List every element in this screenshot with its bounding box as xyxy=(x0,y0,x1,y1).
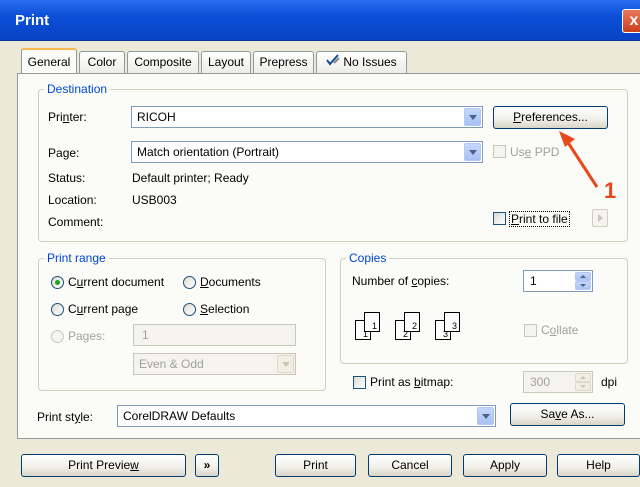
page-icon: 3 xyxy=(444,312,460,332)
dpi-unit-label: dpi xyxy=(601,375,618,389)
tab-general[interactable]: General xyxy=(21,48,77,75)
tab-label: Color xyxy=(87,55,117,69)
selection-radio[interactable] xyxy=(183,303,196,316)
help-button[interactable]: Help xyxy=(557,454,640,477)
even-odd-select[interactable]: Even & Odd xyxy=(133,353,296,375)
print-as-bitmap-checkbox[interactable] xyxy=(353,376,366,389)
title-bar: Print x xyxy=(0,0,640,41)
number-of-copies-input[interactable]: 1 xyxy=(523,270,593,292)
tab-prepress[interactable]: Prepress xyxy=(253,51,314,74)
pages-input[interactable]: 1 xyxy=(133,324,296,346)
tab-composite[interactable]: Composite xyxy=(127,51,199,74)
apply-button-label: Apply xyxy=(489,458,521,472)
page-value: Match orientation (Portrait) xyxy=(137,145,280,159)
current-document-label: Current document xyxy=(68,275,165,289)
status-label: Status: xyxy=(48,171,86,185)
pages-label: Pages: xyxy=(68,329,106,343)
collate-label: Collate xyxy=(541,323,579,337)
spin-down-icon[interactable] xyxy=(575,281,591,290)
status-value: Default printer; Ready xyxy=(132,171,249,185)
tab-label: Composite xyxy=(134,55,192,69)
chevron-down-icon[interactable] xyxy=(277,355,294,373)
tab-label: No Issues xyxy=(343,55,397,69)
print-button-label: Print xyxy=(303,458,328,472)
destination-group-label: Destination xyxy=(44,82,111,96)
printer-label: Printer: xyxy=(48,110,87,124)
cancel-button-label: Cancel xyxy=(391,458,429,472)
save-as-button[interactable]: Save As... xyxy=(510,403,625,426)
print-range-group-label: Print range xyxy=(44,251,109,265)
tab-label: Layout xyxy=(207,55,245,69)
print-style-value: CorelDRAW Defaults xyxy=(123,409,236,423)
chevron-down-icon[interactable] xyxy=(464,108,481,126)
documents-radio[interactable] xyxy=(183,276,196,289)
tab-no-issues[interactable]: No Issues xyxy=(316,51,407,74)
spin-down-icon[interactable] xyxy=(575,382,591,391)
page-icon: 2 xyxy=(404,312,420,332)
tab-color[interactable]: Color xyxy=(79,51,125,74)
printer-value: RICOH xyxy=(137,110,176,124)
help-button-label: Help xyxy=(586,458,611,472)
spin-up-icon[interactable] xyxy=(575,272,591,281)
tab-layout[interactable]: Layout xyxy=(201,51,251,74)
chevron-down-icon[interactable] xyxy=(464,143,481,161)
window-title: Print xyxy=(15,12,50,29)
current-page-label: Current page xyxy=(68,302,139,316)
bitmap-dpi-input[interactable]: 300 xyxy=(523,371,593,393)
preferences-button[interactable]: Preferences... xyxy=(493,106,608,129)
location-label: Location: xyxy=(48,193,97,207)
dpi-value: 300 xyxy=(530,375,551,389)
print-style-label: Print style: xyxy=(37,410,94,424)
current-document-radio[interactable] xyxy=(51,276,64,289)
even-odd-value: Even & Odd xyxy=(139,357,204,371)
cancel-button[interactable]: Cancel xyxy=(368,454,452,477)
collate-checkbox[interactable] xyxy=(524,324,537,337)
chevron-down-icon[interactable] xyxy=(477,407,494,425)
current-page-radio[interactable] xyxy=(51,303,64,316)
tab-label: Prepress xyxy=(259,55,308,69)
pages-radio[interactable] xyxy=(51,330,64,343)
copies-value: 1 xyxy=(530,274,537,288)
print-to-file-checkbox[interactable] xyxy=(493,212,506,225)
print-button[interactable]: Print xyxy=(275,454,356,477)
close-button[interactable]: x xyxy=(622,9,640,33)
page-icon: 1 xyxy=(364,312,380,332)
documents-label: Documents xyxy=(200,275,261,289)
printer-select[interactable]: RICOH xyxy=(131,106,483,128)
print-as-bitmap-label: Print as bitmap: xyxy=(370,375,454,389)
close-icon: x xyxy=(629,12,639,29)
tab-label: General xyxy=(27,55,71,69)
use-ppd-label: Use PPD xyxy=(510,145,560,159)
apply-button[interactable]: Apply xyxy=(463,454,547,477)
copies-group-label: Copies xyxy=(346,251,390,265)
comment-label: Comment: xyxy=(48,215,104,229)
selection-label: Selection xyxy=(200,302,250,316)
location-value: USB003 xyxy=(132,193,177,207)
check-pen-icon xyxy=(326,52,341,73)
double-arrow-right-icon: » xyxy=(203,458,211,472)
collate-pages-icon: 1 1 2 2 3 3 xyxy=(355,312,467,342)
page-select[interactable]: Match orientation (Portrait) xyxy=(131,141,483,163)
number-of-copies-label: Number of copies: xyxy=(352,274,450,288)
use-ppd-checkbox[interactable] xyxy=(493,145,506,158)
preview-expand-button[interactable]: » xyxy=(195,454,219,477)
print-preview-button[interactable]: Print Preview xyxy=(21,454,186,477)
spin-up-icon[interactable] xyxy=(575,373,591,382)
print-style-select[interactable]: CorelDRAW Defaults xyxy=(117,405,496,427)
annotation-number: 1 xyxy=(604,178,617,203)
page-label: Page: xyxy=(48,146,80,160)
